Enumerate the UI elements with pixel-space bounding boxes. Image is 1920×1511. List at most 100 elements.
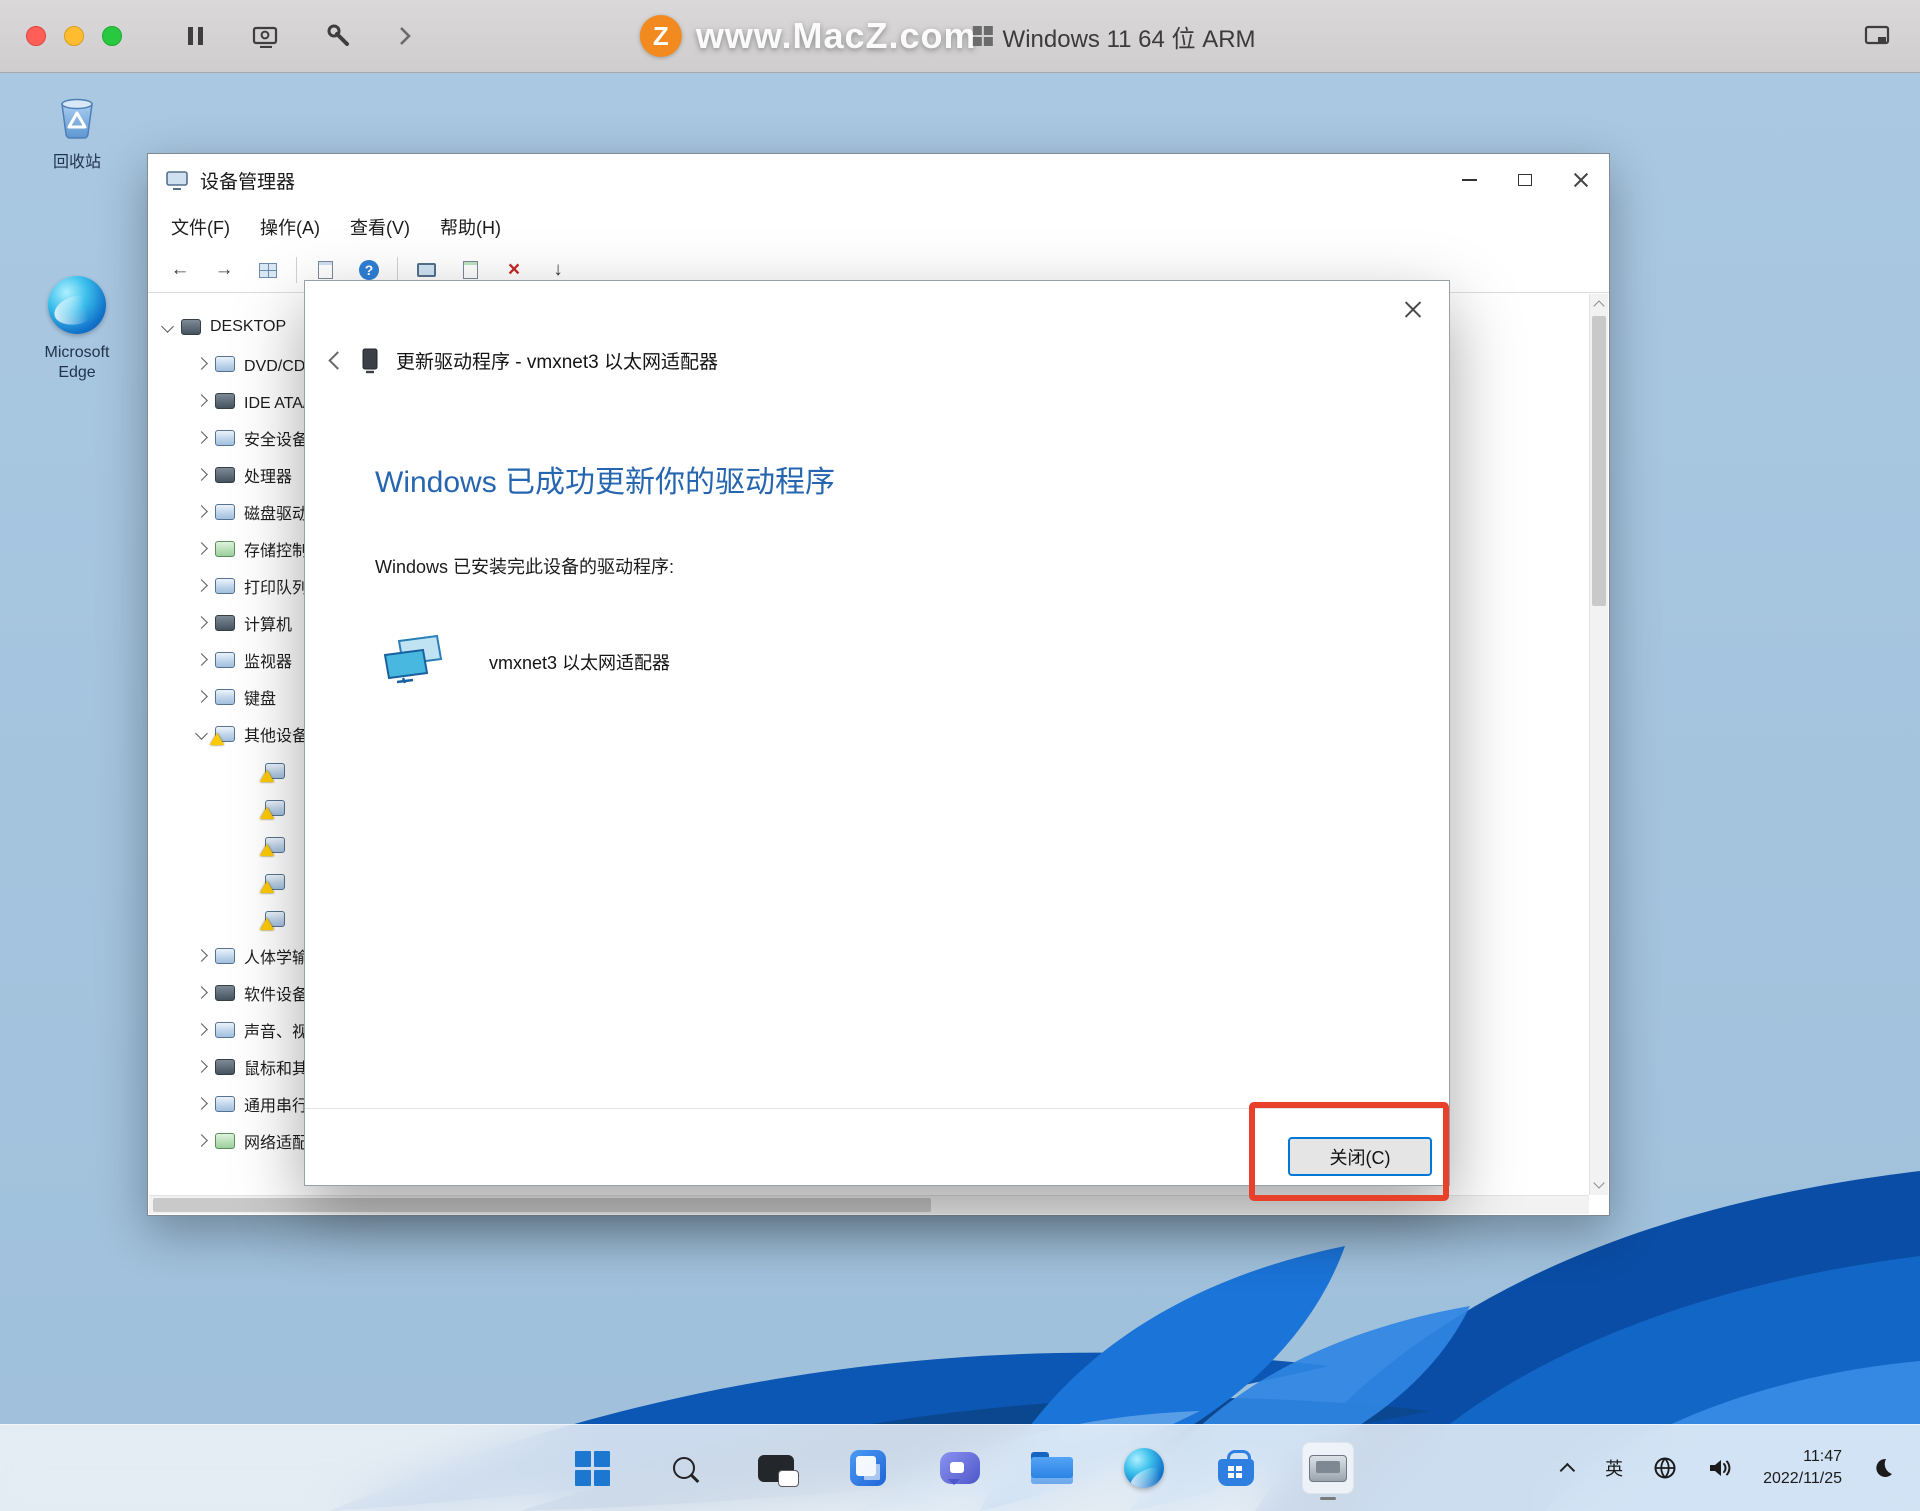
network-tray-icon[interactable]: [1653, 1456, 1677, 1480]
minimize-button[interactable]: [1441, 154, 1497, 206]
unknown-device-warning-icon: [265, 873, 285, 890]
search-button[interactable]: [658, 1442, 710, 1494]
chat-button[interactable]: [934, 1442, 986, 1494]
chevron-right-icon[interactable]: [195, 1134, 208, 1147]
menu-help[interactable]: 帮助(H): [425, 208, 516, 246]
vm-settings-wrench-button[interactable]: [326, 23, 352, 49]
chevron-down-icon[interactable]: [161, 320, 174, 333]
chevron-right-icon[interactable]: [195, 653, 208, 666]
close-icon: [1572, 171, 1590, 189]
installed-device-row: vmxnet3 以太网适配器: [377, 633, 670, 691]
device-manager-app-button[interactable]: [1302, 1442, 1354, 1494]
chevron-right-icon[interactable]: [195, 986, 208, 999]
close-window-button[interactable]: [26, 26, 46, 46]
vm-display-mode-button[interactable]: [1864, 25, 1890, 47]
chevron-right-icon[interactable]: [195, 431, 208, 444]
network-adapter-icon: [383, 634, 443, 684]
other-devices-icon: [215, 725, 235, 742]
mouse-icon: [215, 1058, 235, 1075]
task-view-icon: [758, 1454, 799, 1487]
minimize-window-button[interactable]: [64, 26, 84, 46]
print-queue-icon: [215, 577, 235, 594]
maximize-button[interactable]: [1497, 154, 1553, 206]
recycle-bin-icon: [61, 98, 93, 139]
menu-file[interactable]: 文件(F): [156, 208, 245, 246]
ime-language-indicator[interactable]: 英: [1605, 1455, 1623, 1481]
store-button[interactable]: [1210, 1442, 1262, 1494]
edge-icon: [48, 276, 106, 334]
dialog-close-button[interactable]: [1404, 299, 1425, 320]
edge-button[interactable]: [1118, 1442, 1170, 1494]
scroll-up-icon[interactable]: [1593, 300, 1605, 312]
edge-icon: [1124, 1448, 1164, 1488]
chevron-right-icon[interactable]: [398, 25, 412, 47]
device-manager-app-icon: [1309, 1454, 1347, 1482]
chevron-right-icon[interactable]: [195, 616, 208, 629]
vm-pause-button[interactable]: [186, 25, 206, 47]
menu-view[interactable]: 查看(V): [335, 208, 425, 246]
file-explorer-button[interactable]: [1026, 1442, 1078, 1494]
recycle-bin-label: 回收站: [52, 154, 101, 171]
chevron-right-icon[interactable]: [195, 1023, 208, 1036]
chevron-right-icon[interactable]: [195, 394, 208, 407]
close-button[interactable]: [1553, 154, 1609, 206]
navigate-forward-icon[interactable]: →: [208, 254, 240, 286]
recycle-bin-shortcut[interactable]: 回收站: [13, 86, 141, 173]
dialog-title: 更新驱动程序 - vmxnet3 以太网适配器: [396, 352, 718, 373]
chevron-right-icon[interactable]: [195, 579, 208, 592]
unknown-device-warning-icon: [265, 910, 285, 927]
sound-controller-icon: [215, 1021, 235, 1038]
vertical-scrollbar[interactable]: [1589, 294, 1608, 1195]
chevron-right-icon[interactable]: [195, 1060, 208, 1073]
menu-action[interactable]: 操作(A): [245, 208, 335, 246]
widgets-button[interactable]: [842, 1442, 894, 1494]
zoom-window-button[interactable]: [102, 26, 122, 46]
chevron-right-icon[interactable]: [195, 505, 208, 518]
chevron-right-icon[interactable]: [195, 357, 208, 370]
chevron-down-icon[interactable]: [195, 727, 208, 740]
chevron-right-icon[interactable]: [195, 468, 208, 481]
edge-shortcut[interactable]: Microsoft Edge: [13, 276, 141, 383]
volume-tray-icon[interactable]: [1707, 1456, 1733, 1480]
back-arrow-icon[interactable]: [328, 351, 347, 370]
vm-window-title: Windows 11 64 位 ARM: [1002, 25, 1256, 53]
tray-date: 2022/11/25: [1763, 1470, 1842, 1487]
monitor-icon: [215, 651, 235, 668]
scrollbar-thumb[interactable]: [1592, 316, 1606, 606]
dvd-drive-icon: [215, 355, 235, 372]
tray-time: 11:47: [1803, 1448, 1842, 1466]
screen: Z www.MacZ.com Windows 11 64 位 ARM 回收站 M…: [0, 0, 1920, 1511]
usb-controller-icon: [215, 1095, 235, 1112]
console-tree-icon[interactable]: [252, 254, 284, 286]
vm-snapshot-button[interactable]: [252, 24, 280, 48]
task-view-button[interactable]: [750, 1442, 802, 1494]
navigate-back-icon[interactable]: ←: [164, 254, 196, 286]
notification-moon-icon[interactable]: [1872, 1457, 1894, 1479]
chevron-right-icon[interactable]: [195, 949, 208, 962]
unknown-device-warning-icon: [265, 799, 285, 816]
chevron-right-icon[interactable]: [195, 690, 208, 703]
device-manager-titlebar[interactable]: 设备管理器: [148, 154, 1609, 206]
start-button[interactable]: [566, 1442, 618, 1494]
vm-title-area: Z www.MacZ.com Windows 11 64 位 ARM: [639, 15, 1256, 57]
storage-controller-icon: [215, 540, 235, 557]
taskbar: 英 11:47 2022/11/25: [0, 1424, 1920, 1511]
hid-icon: [215, 947, 235, 964]
macos-traffic-lights: [26, 26, 122, 46]
network-adapter-icon: [215, 1132, 235, 1149]
macz-logo-icon: Z: [639, 15, 682, 57]
processor-icon: [215, 466, 235, 483]
scroll-down-icon[interactable]: [1593, 1177, 1605, 1189]
widgets-icon: [850, 1450, 886, 1486]
scrollbar-thumb[interactable]: [153, 1198, 931, 1212]
dialog-body-text: Windows 已安装完此设备的驱动程序:: [375, 557, 675, 577]
clock[interactable]: 11:47 2022/11/25: [1763, 1446, 1842, 1489]
tray-expand-chevron-icon[interactable]: [1559, 1462, 1576, 1478]
keyboard-icon: [215, 688, 235, 705]
chevron-right-icon[interactable]: [195, 542, 208, 555]
windows-start-icon: [574, 1450, 610, 1486]
success-heading: Windows 已成功更新你的驱动程序: [375, 466, 836, 499]
chevron-right-icon[interactable]: [195, 1097, 208, 1110]
edge-label: Microsoft Edge: [44, 344, 110, 381]
vm-window-titlebar: Z www.MacZ.com Windows 11 64 位 ARM: [0, 0, 1920, 73]
